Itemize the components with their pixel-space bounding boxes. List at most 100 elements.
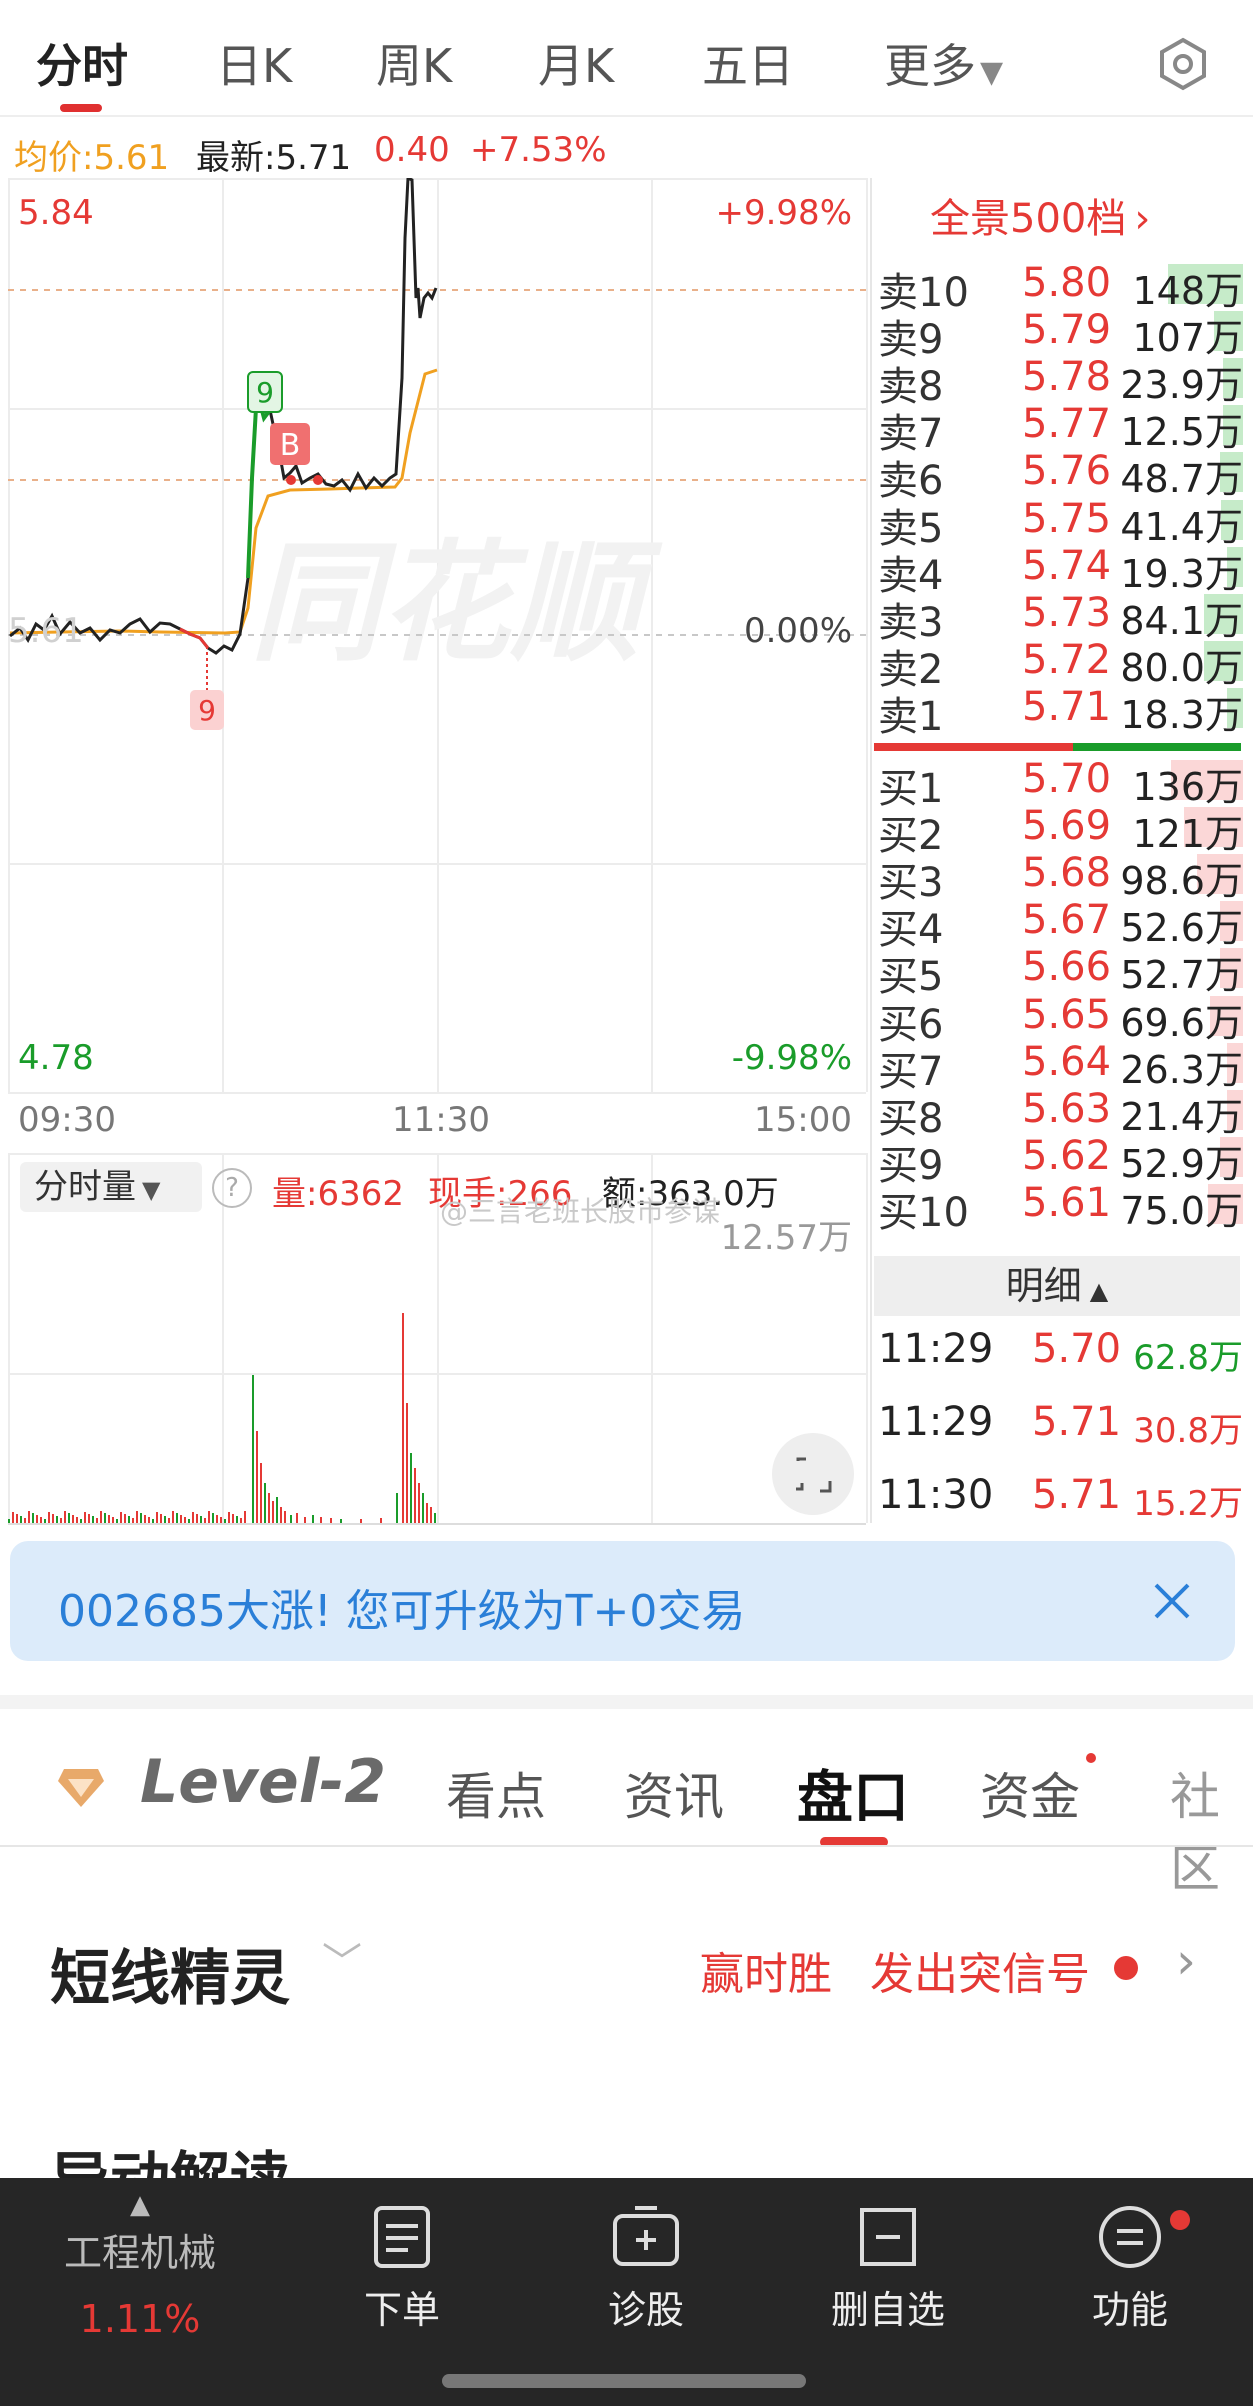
order-form-icon xyxy=(374,2206,430,2268)
ask-row[interactable]: 卖6 5.76 48.7万 xyxy=(878,448,1243,504)
level-volume-cell: 136万 xyxy=(1113,760,1243,809)
ask-row[interactable]: 卖3 5.73 84.1万 xyxy=(878,589,1243,646)
volume-bar xyxy=(128,1516,130,1523)
buy-signal-marker[interactable]: B xyxy=(270,423,310,465)
sell-buy-ratio-red xyxy=(874,743,1073,751)
volume-bar xyxy=(56,1516,58,1523)
level-price: 5.73 xyxy=(1022,589,1112,636)
ask-row[interactable]: 卖8 5.78 23.9万 xyxy=(878,354,1243,410)
trade-time: 11:30 xyxy=(878,1472,994,1518)
volume-bar xyxy=(414,1468,416,1523)
tab-more-label: 更多 xyxy=(884,39,976,93)
volume-bar xyxy=(168,1518,170,1523)
volume-bar xyxy=(120,1512,122,1523)
level-volume-cell: 52.7万 xyxy=(1113,948,1243,997)
ask-row[interactable]: 卖7 5.77 12.5万 xyxy=(878,401,1243,457)
fullscreen-toggle[interactable] xyxy=(772,1433,854,1515)
sector-indicator[interactable]: ▲ 工程机械 1.11% xyxy=(40,2178,240,2341)
volume-bar xyxy=(410,1453,412,1523)
volume-bar xyxy=(402,1313,404,1523)
price-low-label: 4.78 xyxy=(18,1038,94,1078)
ask-row[interactable]: 卖5 5.75 41.4万 xyxy=(878,496,1243,552)
volume-bar xyxy=(232,1514,234,1523)
nav-diagnose[interactable]: 诊股 xyxy=(566,2178,726,2334)
level-price: 5.80 xyxy=(1022,260,1112,306)
trade-detail-row: 11:29 5.70 62.8万 xyxy=(878,1318,1243,1378)
volume-bar xyxy=(152,1519,154,1523)
volume-bar xyxy=(260,1463,262,1523)
tab-weekly-k[interactable]: 周K xyxy=(376,30,452,96)
volume-bar xyxy=(204,1518,206,1523)
volume-bar xyxy=(148,1517,150,1523)
sell-signal-marker[interactable]: 9 xyxy=(247,371,283,413)
volume-bar xyxy=(312,1515,314,1523)
volume-bar xyxy=(418,1483,420,1523)
tab-monthly-k[interactable]: 月K xyxy=(538,30,614,96)
ask-row[interactable]: 卖1 5.71 18.3万 xyxy=(878,684,1243,740)
volume-bar xyxy=(434,1513,436,1523)
volume-bar xyxy=(140,1513,142,1523)
level-volume-cell: 18.3万 xyxy=(1113,688,1243,737)
level-volume: 18.3万 xyxy=(1120,693,1243,738)
chevron-down-icon[interactable]: ﹀ xyxy=(322,1930,362,1988)
trade-volume: 15.2万 xyxy=(1133,1484,1243,1524)
level2-tab[interactable]: Level-2 xyxy=(140,1747,386,1817)
chevron-right-icon[interactable]: › xyxy=(1176,1932,1196,1990)
volume-bar xyxy=(268,1493,270,1523)
t0-upgrade-banner[interactable]: 002685大涨! 您可升级为T+0交易 xyxy=(10,1541,1235,1661)
tab-highlights[interactable]: 看点 xyxy=(446,1757,546,1829)
volume-bar xyxy=(380,1518,382,1523)
level-volume-cell: 52.9万 xyxy=(1113,1136,1243,1186)
nav-place-order[interactable]: 下单 xyxy=(322,2178,482,2334)
trade-time: 11:29 xyxy=(878,1326,994,1372)
level-price: 5.62 xyxy=(1022,1132,1112,1179)
bid-row[interactable]: 买6 5.65 69.6万 xyxy=(878,992,1243,1048)
sector-name: 工程机械 xyxy=(63,2231,216,2275)
trade-price: 5.71 xyxy=(1032,1399,1122,1445)
avg-price-label: 均价:5.61 xyxy=(14,138,170,178)
close-icon[interactable] xyxy=(1152,1581,1192,1621)
bid-row[interactable]: 买8 5.63 21.4万 xyxy=(878,1086,1243,1142)
ask-row[interactable]: 卖10 5.80 148万 xyxy=(878,260,1243,316)
level-price: 5.77 xyxy=(1022,401,1112,448)
volume-bar xyxy=(72,1515,74,1523)
tab-more[interactable]: 更多 ▼ xyxy=(884,30,1003,96)
low-signal-marker[interactable]: 9 xyxy=(190,690,224,730)
bid-row[interactable]: 买7 5.64 26.3万 xyxy=(878,1039,1243,1095)
volume-bar xyxy=(96,1518,98,1523)
ask-row[interactable]: 卖9 5.79 107万 xyxy=(878,307,1243,363)
trade-price: 5.70 xyxy=(1032,1326,1122,1372)
level-volume-cell: 69.6万 xyxy=(1113,995,1243,1045)
tab-news[interactable]: 资讯 xyxy=(624,1757,724,1829)
tab-five-day[interactable]: 五日 xyxy=(702,30,794,96)
bid-row[interactable]: 买9 5.62 52.9万 xyxy=(878,1132,1243,1189)
tab-capital[interactable]: 资金 xyxy=(980,1757,1080,1829)
nav-label: 下单 xyxy=(363,2288,440,2332)
bid-row[interactable]: 买10 5.61 75.0万 xyxy=(878,1180,1243,1236)
tab-daily-k[interactable]: 日K xyxy=(216,30,292,96)
signal-text[interactable]: 发出突信号 xyxy=(870,1938,1090,2002)
bid-row[interactable]: 买3 5.68 98.6万 xyxy=(878,850,1243,906)
nav-functions[interactable]: 功能 xyxy=(1050,2178,1210,2334)
signal-stock-name[interactable]: 赢时胜 xyxy=(700,1938,832,2002)
nav-label: 诊股 xyxy=(607,2288,684,2332)
bid-row[interactable]: 买2 5.69 121万 xyxy=(878,803,1243,859)
bid-row[interactable]: 买1 5.70 136万 xyxy=(878,756,1243,812)
volume-bar xyxy=(396,1493,398,1523)
tab-intraday[interactable]: 分时 xyxy=(36,30,128,96)
bid-row[interactable]: 买4 5.67 52.6万 xyxy=(878,897,1243,953)
bottom-nav-bar: ▲ 工程机械 1.11% 下单 诊股 删自选 功能 xyxy=(0,2178,1253,2406)
ask-row[interactable]: 卖4 5.74 19.3万 xyxy=(878,543,1243,599)
full-depth-link[interactable]: 全景500档 › xyxy=(930,186,1150,244)
bid-row[interactable]: 买5 5.66 52.7万 xyxy=(878,944,1243,1000)
nav-remove-watchlist[interactable]: 删自选 xyxy=(808,2178,968,2334)
intraday-chart[interactable]: 同花顺 9 B 9 5.84 +9.98% 5.61 0.00% 4.78 -9… xyxy=(0,178,870,1525)
level-price: 5.71 xyxy=(1022,684,1112,731)
settings-gear-icon[interactable] xyxy=(1155,36,1211,92)
notification-dot xyxy=(1170,2210,1190,2230)
volume-bar xyxy=(84,1512,86,1523)
trade-time: 11:29 xyxy=(878,1399,994,1445)
ask-row[interactable]: 卖2 5.72 80.0万 xyxy=(878,637,1243,693)
detail-header[interactable]: 明细 ▲ xyxy=(874,1256,1240,1316)
tab-order-book[interactable]: 盘口 xyxy=(797,1753,909,1834)
